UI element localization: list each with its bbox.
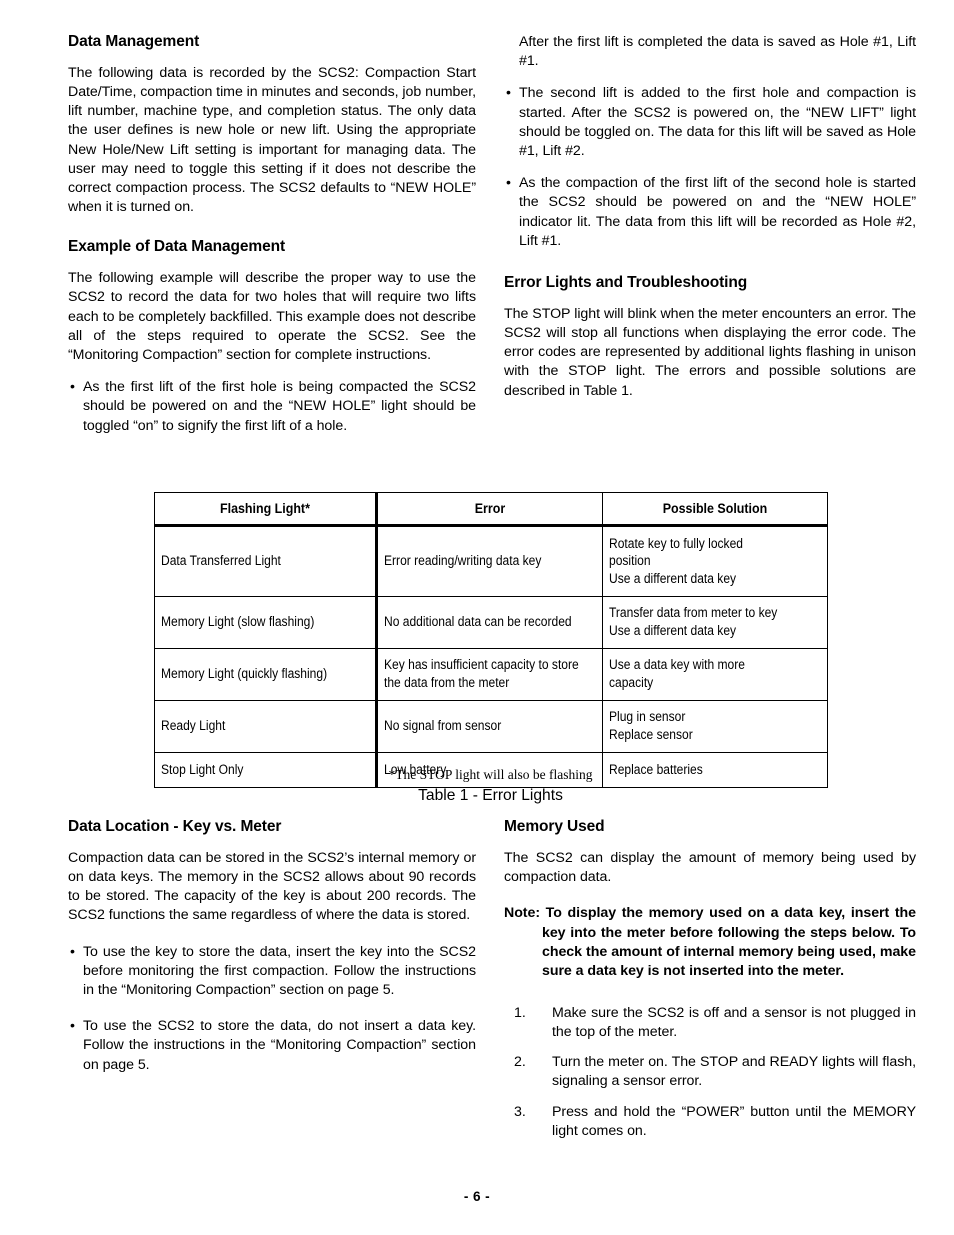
bullet-list-example: • As the first lift of the first hole is… <box>68 378 476 436</box>
paragraph-example-of-data-management: The following example will describe the … <box>68 270 476 364</box>
list-item-label: Make sure the SCS2 is off and a sensor i… <box>552 1004 916 1041</box>
list-item: • As the first lift of the first hole is… <box>68 378 476 436</box>
list-item: 3. Press and hold the “POWER” button unt… <box>504 1103 916 1141</box>
table-row: Data Transferred Light Error reading/wri… <box>154 525 828 597</box>
list-item: • To use the SCS2 to store the data, do … <box>68 1017 476 1075</box>
list-item-label: As the compaction of the first lift of t… <box>519 175 916 249</box>
table-row: Ready Light No signal from sensor Plug i… <box>154 700 828 753</box>
left-column-bottom: Data Location - Key vs. Meter Compaction… <box>68 818 476 1075</box>
right-column-bottom: Memory Used The SCS2 can display the amo… <box>504 818 916 1141</box>
table-row: Memory Light (quickly flashing) Key has … <box>154 648 828 701</box>
cell-possible-solution: Rotate key to fully locked position Use … <box>602 525 828 597</box>
table-body: Data Transferred Light Error reading/wri… <box>154 525 828 788</box>
step-number: 2. <box>514 1054 526 1071</box>
cell-flashing-light: Memory Light (slow flashing) <box>154 596 378 649</box>
heading-data-location-key-vs-meter: Data Location - Key vs. Meter <box>68 818 282 835</box>
error-lights-table: Flashing Light* Error Possible Solution … <box>154 492 828 788</box>
paragraph-memory-used: The SCS2 can display the amount of memor… <box>504 849 916 886</box>
list-item: • The second lift is added to the first … <box>504 84 916 161</box>
table-footnote: *The STOP light will also be flashing <box>388 767 593 782</box>
heading-error-lights-and-troubleshooting: Error Lights and Troubleshooting <box>504 274 748 292</box>
list-item-label: Turn the meter on. The STOP and READY li… <box>552 1054 916 1090</box>
cell-error: Error reading/writing data key <box>376 525 603 597</box>
note-block: Note: To display the memory used on a da… <box>504 905 916 980</box>
column-header-possible-solution: Possible Solution <box>602 492 828 527</box>
heading-data-management: Data Management <box>68 33 200 50</box>
paragraph-data-location: Compaction data can be stored in the SCS… <box>68 849 476 924</box>
cell-possible-solution: Transfer data from meter to key Use a di… <box>602 596 828 649</box>
step-number: 1. <box>514 1004 526 1021</box>
column-header-flashing-light: Flashing Light* <box>154 492 378 527</box>
list-item-label: The second lift is added to the first ho… <box>519 85 916 160</box>
bullet-icon: • <box>506 175 511 192</box>
paragraph-data-management: The following data is recorded by the SC… <box>68 64 477 216</box>
heading-memory-used: Memory Used <box>504 818 605 835</box>
list-item-label: Press and hold the “POWER” button until … <box>552 1103 916 1139</box>
bullet-icon: • <box>506 85 511 102</box>
column-header-error: Error <box>376 492 603 527</box>
bullet-list-example-continued: • The second lift is added to the first … <box>504 84 916 251</box>
page-number: - 6 - <box>463 1189 491 1204</box>
bullet-icon: • <box>70 943 75 960</box>
cell-flashing-light: Data Transferred Light <box>154 525 378 597</box>
list-item-label: To use the SCS2 to store the data, do no… <box>83 1018 476 1073</box>
cell-error: No additional data can be recorded <box>376 596 603 649</box>
table-row: Memory Light (slow flashing) No addition… <box>154 596 828 649</box>
document-page: Data Management The following data is re… <box>0 0 954 1235</box>
heading-example-of-data-management: Example of Data Management <box>68 238 286 256</box>
step-number: 3. <box>514 1103 526 1120</box>
list-item-label: As the first lift of the first hole is b… <box>83 379 476 434</box>
list-item: • As the compaction of the first lift of… <box>504 174 916 251</box>
error-lights-table-block: Flashing Light* Error Possible Solution … <box>154 492 828 804</box>
list-item: 2. Turn the meter on. The STOP and READY… <box>504 1053 916 1091</box>
table-caption: Table 1 - Error Lights <box>418 787 563 804</box>
bullet-list-data-location: • To use the key to store the data, inse… <box>68 943 476 1075</box>
bullet-icon: • <box>70 379 75 396</box>
bullet-icon: • <box>70 1018 75 1035</box>
cell-possible-solution: Plug in sensor Replace sensor <box>602 700 828 753</box>
cell-possible-solution: Use a data key with more capacity <box>602 648 828 701</box>
right-column-top: After the first lift is completed the da… <box>504 33 916 401</box>
paragraph-bullet-continuation: After the first lift is completed the da… <box>519 34 916 70</box>
list-item: • To use the key to store the data, inse… <box>68 943 476 1001</box>
left-column-top: Data Management The following data is re… <box>68 33 476 436</box>
list-item-label: To use the key to store the data, insert… <box>83 943 476 999</box>
numbered-steps-list: 1. Make sure the SCS2 is off and a senso… <box>504 1004 916 1141</box>
table-header-row: Flashing Light* Error Possible Solution <box>154 492 828 527</box>
cell-flashing-light: Memory Light (quickly flashing) <box>154 648 378 701</box>
cell-flashing-light: Ready Light <box>154 700 378 753</box>
cell-error: Key has insufficient capacity to store t… <box>376 648 603 701</box>
table-header: Flashing Light* Error Possible Solution <box>154 492 828 527</box>
cell-error: No signal from sensor <box>376 700 603 753</box>
paragraph-error-lights: The STOP light will blink when the meter… <box>504 305 916 399</box>
list-item: 1. Make sure the SCS2 is off and a senso… <box>504 1004 916 1042</box>
